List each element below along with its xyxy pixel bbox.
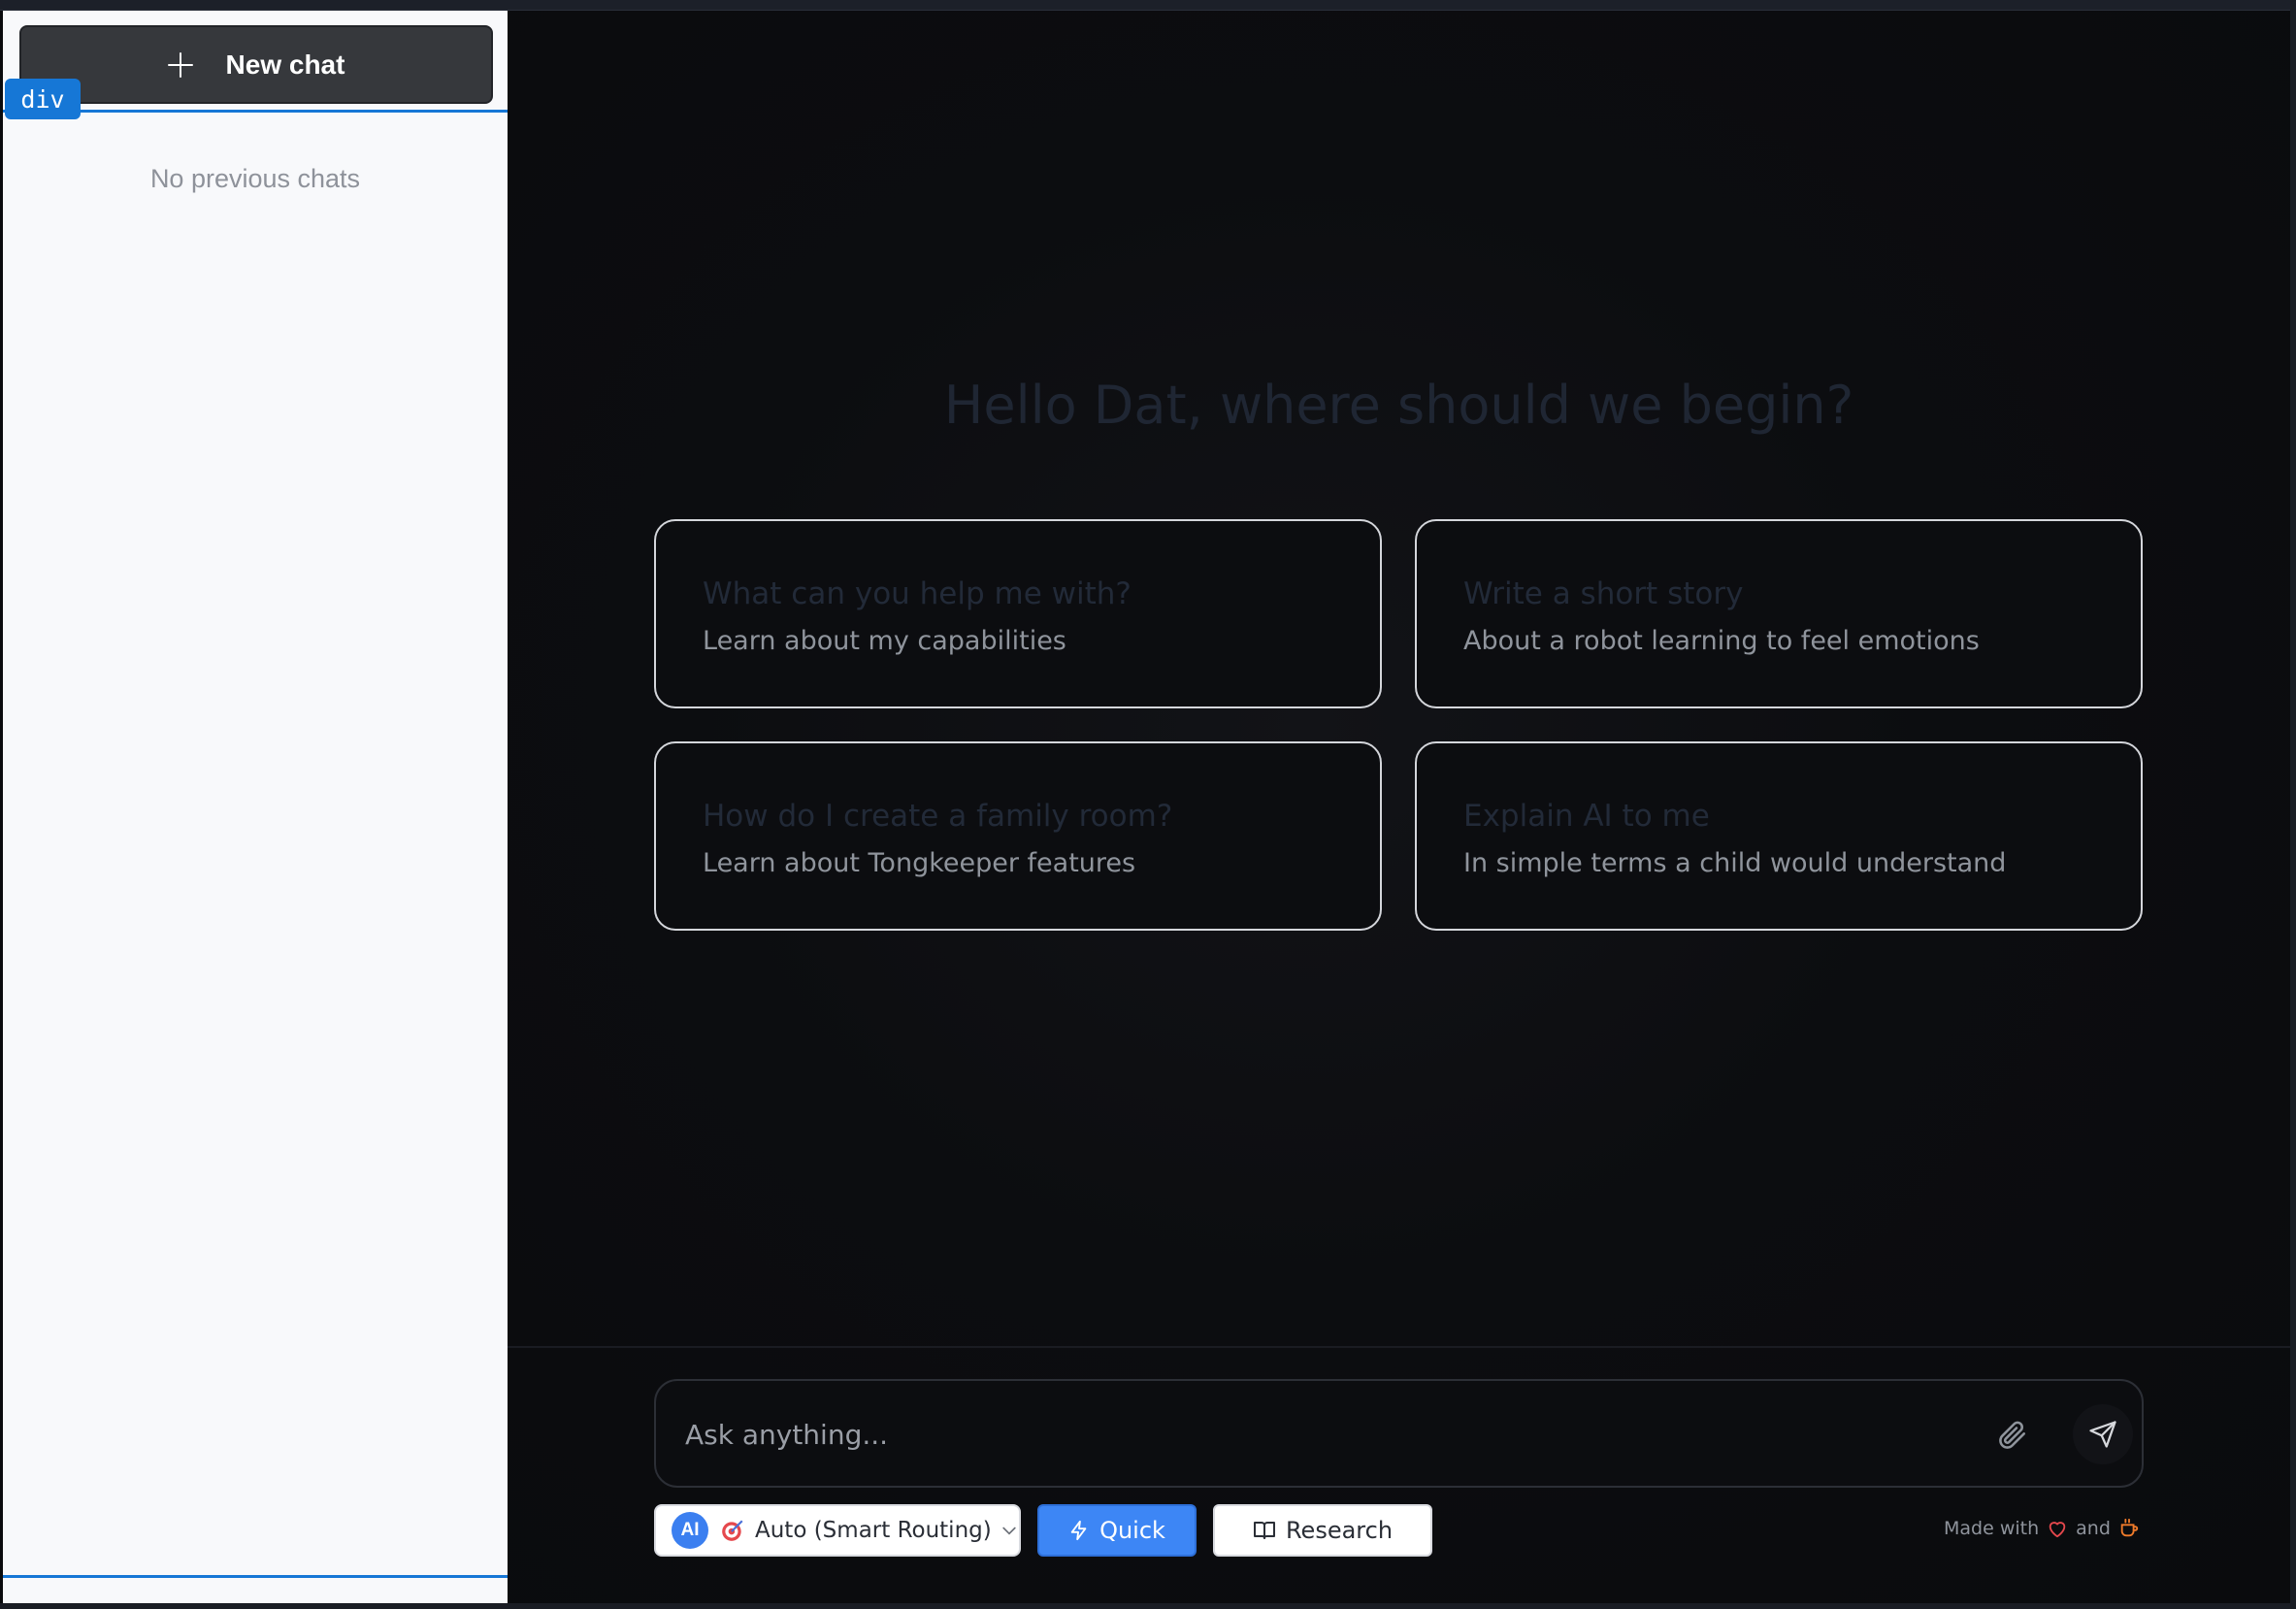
suggestion-card[interactable]: Write a short story About a robot learni… [1415, 519, 2143, 708]
suggestion-card[interactable]: How do I create a family room? Learn abo… [654, 741, 1382, 931]
suggestion-subtitle: In simple terms a child would understand [1463, 848, 2007, 878]
suggestion-subtitle: Learn about Tongkeeper features [703, 848, 1136, 878]
greeting-heading: Hello Dat, where should we begin? [943, 375, 1854, 436]
element-inspector-badge: div [5, 79, 81, 119]
message-input[interactable] [685, 1408, 1947, 1461]
send-button[interactable] [2073, 1404, 2133, 1464]
suggestion-title: How do I create a family room? [703, 799, 1173, 834]
chat-history-panel [3, 110, 515, 1578]
suggestion-card[interactable]: What can you help me with? Learn about m… [654, 519, 1382, 708]
composer-divider [508, 1346, 2290, 1348]
plus-icon [167, 51, 193, 78]
chevron-down-icon [1002, 1527, 1016, 1535]
suggestion-subtitle: Learn about my capabilities [703, 626, 1066, 656]
research-mode-button[interactable]: Research [1213, 1504, 1432, 1557]
heart-icon [2049, 1522, 2066, 1538]
suggestion-title: Explain AI to me [1463, 799, 1710, 834]
app-window: New chat div No previous chats Hello Dat… [0, 0, 2296, 1609]
model-label: Auto (Smart Routing) [755, 1518, 992, 1543]
coffee-icon [2120, 1518, 2139, 1537]
window-edge-right [2290, 0, 2296, 1609]
made-with-text: Made with [1944, 1518, 2040, 1539]
empty-history-text: No previous chats [149, 164, 361, 193]
target-icon [722, 1520, 743, 1541]
bolt-icon [1070, 1520, 1087, 1541]
suggestion-card[interactable]: Explain AI to me In simple terms a child… [1415, 741, 2143, 931]
quick-label: Quick [1099, 1517, 1165, 1544]
suggestion-title: What can you help me with? [703, 576, 1132, 611]
new-chat-label: New chat [225, 49, 345, 80]
send-icon [2089, 1421, 2116, 1448]
research-label: Research [1285, 1517, 1394, 1544]
attach-icon[interactable] [1995, 1417, 2028, 1452]
quick-mode-button[interactable]: Quick [1037, 1504, 1197, 1557]
sidebar: New chat div No previous chats [3, 11, 515, 1603]
new-chat-button[interactable]: New chat [19, 25, 493, 104]
made-with-credit: Made with and [1944, 1518, 2140, 1539]
composer-box [654, 1379, 2144, 1488]
window-edge-bottom [0, 1603, 2296, 1609]
model-select[interactable]: AI Auto (Smart Routing) [654, 1504, 1021, 1557]
and-text: and [2076, 1518, 2111, 1539]
book-icon [1253, 1522, 1275, 1539]
suggestion-title: Write a short story [1463, 576, 1744, 611]
main-area: Hello Dat, where should we begin? What c… [508, 11, 2290, 1603]
ai-badge: AI [672, 1512, 708, 1549]
top-bar [0, 0, 2296, 11]
suggestion-subtitle: About a robot learning to feel emotions [1463, 626, 1980, 656]
